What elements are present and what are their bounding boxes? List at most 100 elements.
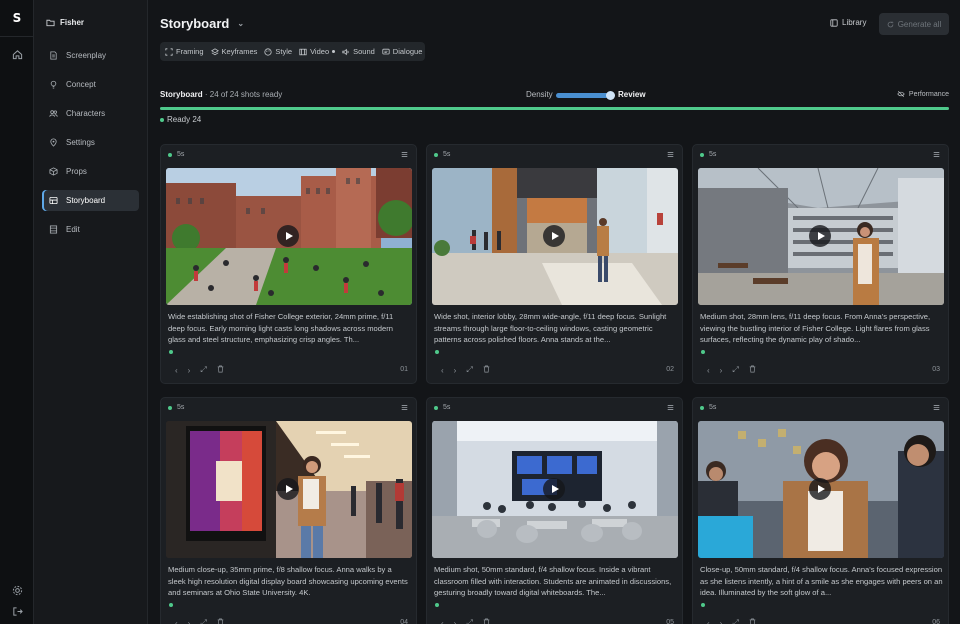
tab-style[interactable]: Style [264, 47, 292, 56]
play-button[interactable] [543, 478, 565, 500]
library-button[interactable]: Library [830, 18, 866, 27]
ready-dot [434, 405, 438, 410]
shot-thumbnail[interactable] [166, 168, 412, 305]
expand-icon[interactable]: ⤢ [200, 365, 206, 375]
generate-all-button[interactable]: Generate all [879, 13, 949, 35]
shot-thumbnail[interactable] [166, 421, 412, 558]
shot-card[interactable]: 5s Medium shot, 50mm standard, f/4 shall… [426, 397, 683, 624]
menu-icon[interactable] [933, 151, 940, 160]
shot-thumbnail[interactable] [432, 168, 678, 305]
chevron-right-icon[interactable]: › [454, 366, 457, 375]
shot-number: 01 [400, 366, 408, 373]
shot-actions: ‹ › ⤢ [707, 365, 756, 375]
tab-keyframes[interactable]: Keyframes [210, 47, 257, 56]
tab-sound[interactable]: Sound [342, 47, 375, 56]
storyboard-status: Storyboard · 24 of 24 shots ready Densit… [160, 90, 949, 102]
sidebar-item-screenplay[interactable]: Screenplay [42, 45, 139, 66]
chevron-left-icon[interactable]: ‹ [175, 366, 178, 375]
chevron-right-icon[interactable]: › [188, 619, 191, 624]
play-icon [285, 485, 293, 493]
play-button[interactable] [809, 478, 831, 500]
shot-thumbnail[interactable] [432, 421, 678, 558]
sidebar-item-props[interactable]: Props [42, 161, 139, 182]
shot-card[interactable]: 5s Close-up, 50mm standard, f/4 shallow … [692, 397, 949, 624]
project-selector[interactable]: Fisher [46, 18, 84, 27]
menu-icon[interactable] [401, 404, 408, 413]
chevron-right-icon[interactable]: › [188, 366, 191, 375]
shot-number: 03 [932, 366, 940, 373]
library-icon [830, 18, 838, 27]
menu-icon[interactable] [667, 404, 674, 413]
trash-icon[interactable] [217, 365, 224, 375]
film-icon [49, 225, 58, 234]
shot-card[interactable]: 5s Medium shot, 28mm lens, f/11 deep foc… [692, 144, 949, 384]
trash-icon[interactable] [483, 365, 490, 375]
palette-icon [264, 47, 272, 56]
play-button[interactable] [277, 225, 299, 247]
sidebar-item-concept[interactable]: Concept [42, 74, 139, 95]
document-icon [50, 51, 57, 60]
trash-icon[interactable] [483, 618, 490, 624]
sidebar-item-edit[interactable]: Edit [42, 219, 139, 240]
sidebar-item-settings[interactable]: Settings [42, 132, 139, 153]
logout-icon[interactable] [9, 603, 25, 619]
sidebar-item-label: Props [66, 167, 87, 176]
trash-icon[interactable] [749, 365, 756, 375]
chevron-left-icon[interactable]: ‹ [707, 619, 710, 624]
status-dot [169, 350, 173, 354]
ready-dot [160, 117, 164, 122]
expand-icon[interactable]: ⤢ [466, 365, 472, 375]
play-icon [285, 232, 293, 240]
menu-icon[interactable] [933, 404, 940, 413]
shot-duration: 5s [443, 404, 451, 411]
trash-icon[interactable] [217, 618, 224, 624]
home-icon[interactable] [9, 46, 25, 62]
chevron-left-icon[interactable]: ‹ [441, 366, 444, 375]
expand-icon[interactable]: ⤢ [200, 618, 206, 624]
menu-icon[interactable] [667, 151, 674, 160]
chevron-right-icon[interactable]: › [720, 366, 723, 375]
shot-description: Medium close-up, 35mm prime, f/8 shallow… [168, 565, 408, 597]
shot-thumbnail[interactable] [698, 421, 944, 558]
shot-number: 05 [666, 619, 674, 624]
shot-card[interactable]: 5s Wide establishing shot of Fisher Coll… [160, 144, 417, 384]
sidebar-item-storyboard[interactable]: Storyboard [42, 190, 139, 211]
page-title-dropdown[interactable]: Storyboard ⌄ [160, 16, 244, 31]
shot-thumbnail[interactable] [698, 168, 944, 305]
expand-icon[interactable]: ⤢ [732, 618, 738, 624]
status-dot [435, 350, 439, 354]
review-label: Review [618, 90, 646, 99]
play-button[interactable] [277, 478, 299, 500]
status-dot [435, 603, 439, 607]
tab-dialogue[interactable]: Dialogue [382, 47, 422, 56]
chevron-right-icon[interactable]: › [454, 619, 457, 624]
tab-video[interactable]: Video [299, 47, 336, 56]
sidebar-item-characters[interactable]: Characters [42, 103, 139, 124]
shot-card[interactable]: 5s Wide shot, interior lobby, 28mm wide-… [426, 144, 683, 384]
menu-icon[interactable] [401, 151, 408, 160]
play-icon [551, 485, 559, 493]
performance-toggle[interactable]: Performance [897, 90, 949, 98]
chevron-right-icon[interactable]: › [720, 619, 723, 624]
shot-duration: 5s [177, 151, 185, 158]
pipeline-toolbar: Framing Keyframes Style Video Sound Dial… [160, 42, 425, 61]
play-button[interactable] [543, 225, 565, 247]
expand-icon[interactable]: ⤢ [732, 365, 738, 375]
density-slider[interactable] [556, 93, 613, 98]
chevron-left-icon[interactable]: ‹ [175, 619, 178, 624]
trash-icon[interactable] [749, 618, 756, 624]
tab-framing[interactable]: Framing [165, 47, 204, 56]
chevron-left-icon[interactable]: ‹ [441, 619, 444, 624]
ready-dot [700, 152, 704, 157]
settings-icon[interactable] [9, 582, 25, 598]
shot-card[interactable]: 5s Medium close-up, 35mm prime, f/8 shal… [160, 397, 417, 624]
ready-dot [434, 152, 438, 157]
layers-icon [210, 47, 219, 55]
chevron-left-icon[interactable]: ‹ [707, 366, 710, 375]
expand-icon[interactable]: ⤢ [466, 618, 472, 624]
density-slider-handle[interactable] [606, 91, 615, 100]
app-logo[interactable]: S [9, 10, 25, 26]
play-button[interactable] [809, 225, 831, 247]
status-dot [332, 50, 336, 53]
shot-meta: 5s [434, 404, 450, 411]
